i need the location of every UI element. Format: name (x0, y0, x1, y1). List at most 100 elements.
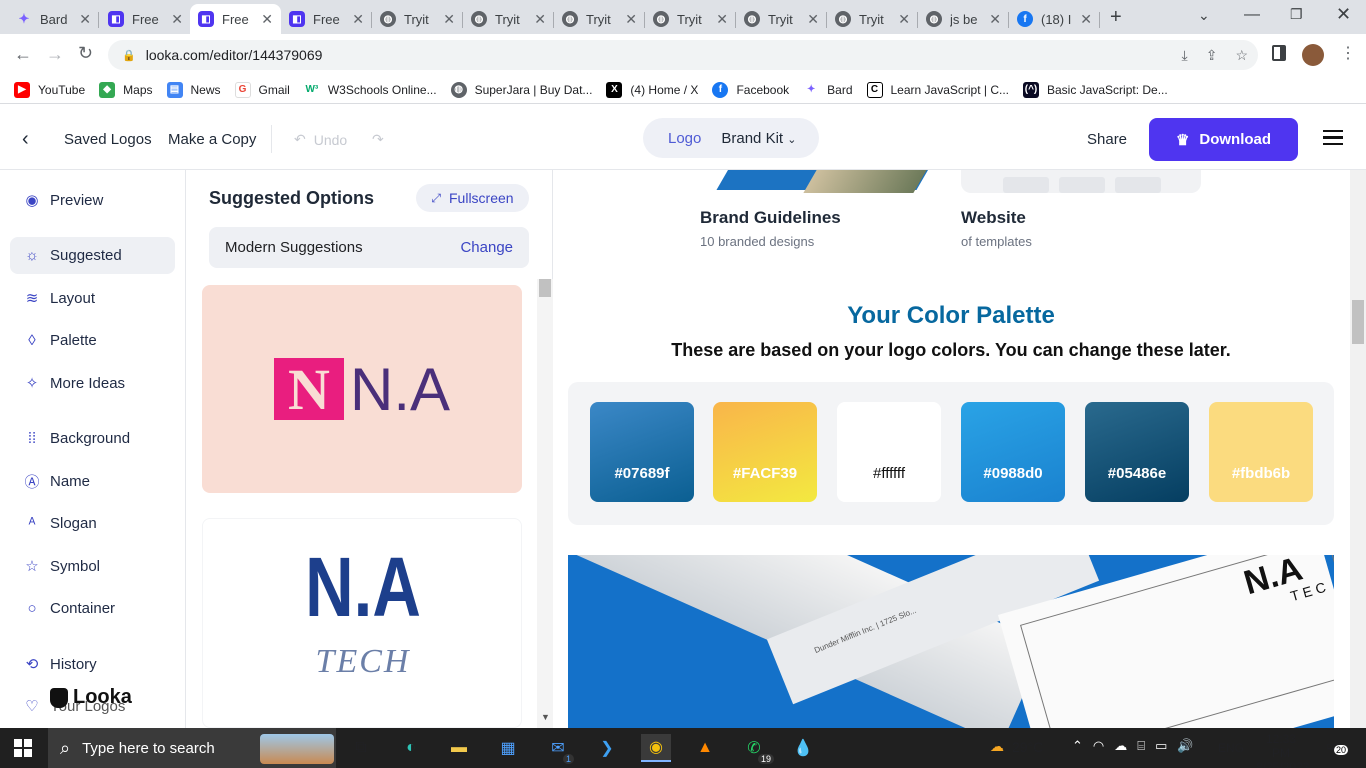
color-swatch[interactable]: #FACF39 (713, 402, 817, 502)
website-preview[interactable] (961, 170, 1201, 193)
bookmark-x[interactable]: X (4) Home / X (606, 81, 698, 98)
sidebar-item-symbol[interactable]: ☆ Symbol (22, 555, 100, 577)
close-tab-icon[interactable]: ✕ (989, 11, 1001, 28)
hamburger-menu-icon[interactable] (1323, 130, 1343, 145)
color-swatch[interactable]: #fbdb6b (1209, 402, 1313, 502)
color-swatch[interactable]: #07689f (590, 402, 694, 502)
sidebar-item-layout[interactable]: ≋ Layout (22, 287, 95, 309)
bookmark-facebook[interactable]: f Facebook (712, 81, 789, 98)
close-tab-icon[interactable]: ✕ (79, 11, 91, 28)
bookmark-w3schools[interactable]: W³ W3Schools Online... (303, 81, 437, 98)
bookmark-star-icon[interactable]: ☆ (1235, 47, 1248, 64)
whatsapp-icon[interactable]: ✆ 19 (740, 734, 774, 764)
clock[interactable]: 12:33 PM 8/25/2023 (1256, 732, 1309, 768)
sidebar-item-slogan[interactable]: ᴬ Slogan (22, 512, 97, 534)
browser-tab[interactable]: ◍ js be ✕ (918, 4, 1009, 34)
minimize-icon[interactable]: — (1244, 6, 1260, 24)
sidebar-item-container[interactable]: ○ Container (22, 597, 115, 619)
close-tab-icon[interactable]: ✕ (443, 11, 455, 28)
scroll-down-arrow-icon[interactable]: ▼ (541, 712, 550, 722)
browser-tab[interactable]: ◧ Free ✕ (190, 4, 281, 34)
redo-icon[interactable]: ↷ (372, 109, 384, 170)
notifications-icon[interactable]: ▭ 20 (1326, 737, 1349, 755)
close-tab-icon[interactable]: ✕ (171, 11, 183, 28)
brand-guidelines-title[interactable]: Brand Guidelines (700, 208, 841, 228)
close-tab-icon[interactable]: ✕ (534, 11, 546, 28)
profile-avatar[interactable] (1302, 44, 1324, 66)
color-swatch[interactable]: #ffffff (837, 402, 941, 502)
browser-tab[interactable]: ◍ Tryit ✕ (645, 4, 736, 34)
sidebar-item-more-ideas[interactable]: ✧ More Ideas (22, 372, 125, 394)
logo-option-1[interactable]: N N.A (202, 285, 522, 493)
bookmark-news[interactable]: ▤ News (166, 81, 221, 98)
edge-icon[interactable]: ◐ (397, 734, 425, 762)
browser-tab[interactable]: ◍ Tryit ✕ (554, 4, 645, 34)
close-window-icon[interactable]: ✕ (1336, 4, 1351, 25)
browser-tab[interactable]: ◧ Free ✕ (100, 4, 191, 34)
task-view-icon[interactable]: ⧉ (347, 734, 375, 762)
browser-tab[interactable]: ◍ Tryit ✕ (463, 4, 554, 34)
close-tab-icon[interactable]: ✕ (1080, 11, 1092, 28)
chrome-icon[interactable]: ◉ (641, 734, 671, 762)
back-chevron-icon[interactable]: ‹ (22, 109, 29, 170)
main-scrollbar[interactable] (1350, 170, 1366, 728)
tab-logo[interactable]: Logo (668, 130, 701, 147)
change-link[interactable]: Change (460, 239, 513, 256)
close-tab-icon[interactable]: ✕ (898, 11, 910, 28)
menu-dots-icon[interactable]: ⋮ (1340, 43, 1356, 63)
browser-tab[interactable]: ◧ Free ✕ (281, 4, 372, 34)
bookmark-bard[interactable]: ✦ Bard (803, 81, 853, 98)
sidebar-item-background[interactable]: ⁞⁞ Background (22, 427, 130, 449)
tab-search-chevron-icon[interactable]: ⌄ (1198, 7, 1210, 24)
forward-icon[interactable]: → (46, 44, 64, 65)
logo-option-2[interactable]: N.A TECH (202, 518, 522, 728)
windows-start-icon[interactable] (14, 739, 32, 757)
browser-tab[interactable]: f (18) I ✕ (1009, 4, 1100, 34)
browser-tab[interactable]: ◍ Tryit ✕ (372, 4, 463, 34)
fullscreen-button[interactable]: ⤢ Fullscreen (416, 184, 529, 212)
mail-icon[interactable]: ✉ 1 (544, 734, 574, 764)
bookmark-maps[interactable]: ◆ Maps (99, 81, 153, 98)
share-icon[interactable]: ⇪ (1206, 47, 1218, 64)
sidebar-item-preview[interactable]: ◉ Preview (22, 189, 103, 211)
back-icon[interactable]: ← (14, 44, 32, 65)
new-tab-button[interactable]: + (1110, 6, 1122, 29)
saved-logos-link[interactable]: Saved Logos (64, 109, 152, 170)
restore-icon[interactable]: ❐ (1290, 6, 1303, 23)
bookmark-superjara[interactable]: ◍ SuperJara | Buy Dat... (450, 81, 592, 98)
sidebar-item-name[interactable]: Ⓐ Name (22, 470, 90, 492)
vlc-icon[interactable]: ▲ (691, 734, 719, 762)
website-title[interactable]: Website (961, 208, 1026, 228)
weather-widget[interactable]: ☁ 29°C (990, 738, 1043, 755)
sidebar-item-history[interactable]: ⟲ History (22, 653, 97, 675)
install-icon[interactable]: ⤓ (1182, 47, 1188, 64)
file-explorer-icon[interactable]: ▬ (445, 734, 473, 762)
store-icon[interactable]: ▦ (494, 734, 522, 762)
close-tab-icon[interactable]: ✕ (625, 11, 637, 28)
address-bar[interactable]: 🔒 looka.com/editor/144379069 ⤓ ⇪ ☆ (108, 40, 1258, 70)
share-button[interactable]: Share (1087, 109, 1127, 170)
sidebar-item-palette[interactable]: ◊ Palette (22, 329, 96, 351)
close-tab-icon[interactable]: ✕ (352, 11, 364, 28)
browser-tab[interactable]: ✦ Bard ✕ (8, 4, 99, 34)
close-tab-icon[interactable]: ✕ (807, 11, 819, 28)
tab-brand-kit[interactable]: Brand Kit ⌄ (721, 130, 796, 147)
make-copy-link[interactable]: Make a Copy (168, 109, 256, 170)
browser-tab[interactable]: ◍ Tryit ✕ (827, 4, 918, 34)
close-tab-icon[interactable]: ✕ (716, 11, 728, 28)
taskbar-search[interactable]: ⌕ Type here to search (48, 728, 336, 768)
options-scrollbar[interactable] (537, 279, 553, 728)
color-swatch[interactable]: #0988d0 (961, 402, 1065, 502)
download-button[interactable]: ♛ Download (1149, 118, 1298, 161)
browser-tab[interactable]: ◍ Tryit ✕ (736, 4, 827, 34)
bookmark-learn-js[interactable]: C Learn JavaScript | C... (866, 81, 1009, 98)
sidebar-item-suggested[interactable]: ☼ Suggested (22, 244, 122, 266)
bookmark-basic-js[interactable]: (^) Basic JavaScript: De... (1023, 81, 1168, 98)
system-tray[interactable]: ⌃ ◠ ☁ ⌸ ▭ 🔊 (1072, 738, 1194, 754)
brand-guidelines-preview[interactable] (700, 170, 932, 193)
reload-icon[interactable]: ↻ (78, 43, 93, 64)
side-panel-icon[interactable] (1272, 45, 1286, 61)
paint-drop-icon[interactable]: 💧 (789, 734, 817, 762)
bookmark-youtube[interactable]: ▶ YouTube (14, 81, 85, 98)
language-indicator[interactable]: ENG (1218, 741, 1244, 755)
